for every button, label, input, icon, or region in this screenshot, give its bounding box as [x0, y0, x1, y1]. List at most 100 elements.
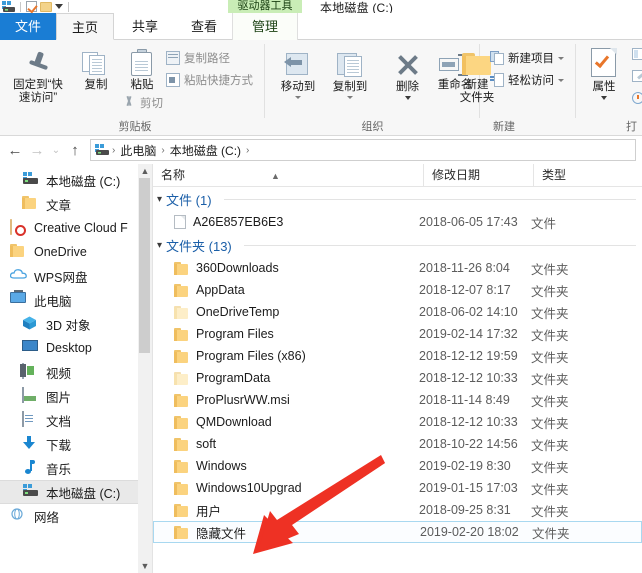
table-row[interactable]: QMDownload 2018-12-12 10:33 文件夹	[153, 411, 642, 433]
easy-access-button[interactable]: 轻松访问	[490, 72, 564, 88]
open-button[interactable]	[632, 48, 642, 62]
column-header-date[interactable]: 修改日期	[423, 164, 533, 187]
new-item-button[interactable]: 新建项目	[490, 50, 564, 66]
chevron-down-icon[interactable]: ▾	[157, 194, 162, 205]
sidebar-item-desktop[interactable]: Desktop	[0, 336, 152, 360]
pin-to-quick-access-button[interactable]: 固定到“快 速访问”	[4, 50, 72, 105]
tab-view[interactable]: 查看	[176, 13, 232, 40]
forward-button[interactable]: →	[26, 139, 48, 161]
sidebar-item-label: 下载	[46, 438, 72, 453]
pin-label-line2: 速访问”	[18, 92, 58, 104]
sidebar-item-wps-cloud[interactable]: WPS网盘	[0, 264, 152, 288]
tab-home[interactable]: 主页	[56, 13, 114, 40]
new-item-icon	[490, 51, 504, 65]
sidebar-item-documents[interactable]: 文档	[0, 408, 152, 432]
move-to-icon	[283, 52, 313, 78]
sidebar-item-music[interactable]: 音乐	[0, 456, 152, 480]
folder-icon	[174, 327, 189, 341]
table-row[interactable]: ProgramData 2018-12-12 10:33 文件夹	[153, 367, 642, 389]
sidebar-item-onedrive[interactable]: OneDrive	[0, 240, 152, 264]
column-header-type[interactable]: 类型	[533, 164, 623, 187]
new-item-caret-icon[interactable]	[558, 56, 564, 60]
pin-icon	[25, 50, 51, 76]
easy-access-icon	[490, 73, 504, 87]
copy-path-button[interactable]: 复制路径	[166, 50, 230, 66]
address-path-box[interactable]: › 此电脑 › 本地磁盘 (C:) ›	[90, 139, 636, 161]
copy-to-caret-icon[interactable]	[347, 96, 353, 99]
table-row[interactable]: Windows10Upgrad 2019-01-15 17:03 文件夹	[153, 477, 642, 499]
group-header-files[interactable]: ▾ 文件 (1)	[153, 187, 642, 211]
customize-caret-icon[interactable]	[55, 4, 63, 9]
tab-file[interactable]: 文件	[0, 13, 56, 40]
row-date-cell: 2018-12-12 10:33	[419, 371, 518, 385]
tab-share[interactable]: 共享	[114, 13, 176, 40]
sidebar-item-this-pc[interactable]: 此电脑	[0, 288, 152, 312]
row-name-text: soft	[196, 437, 217, 451]
table-row[interactable]: Windows 2019-02-19 8:30 文件夹	[153, 455, 642, 477]
group-header-folders[interactable]: ▾ 文件夹 (13)	[153, 233, 642, 257]
cloud-icon	[9, 268, 27, 284]
table-row[interactable]: OneDriveTemp 2018-06-02 14:10 文件夹	[153, 301, 642, 323]
drive-icon[interactable]	[2, 0, 15, 13]
table-row[interactable]: Program Files 2019-02-14 17:32 文件夹	[153, 323, 642, 345]
sidebar-item-label: WPS网盘	[34, 270, 88, 285]
delete-button[interactable]: 删除	[385, 52, 430, 100]
scroll-up-arrow-icon[interactable]: ▲	[138, 164, 152, 178]
sidebar-item-wenzhang[interactable]: 文章	[0, 192, 152, 216]
move-to-caret-icon[interactable]	[295, 96, 301, 99]
crumb-sep-2[interactable]: ›	[245, 145, 250, 156]
row-name-text: OneDriveTemp	[196, 305, 280, 319]
new-folder-icon[interactable]	[40, 1, 52, 12]
copy-button[interactable]: 复制	[76, 50, 116, 92]
new-group-label: 新建	[493, 121, 515, 133]
row-name-cell: 隐藏文件	[154, 523, 420, 542]
delete-caret-icon[interactable]	[404, 96, 411, 100]
table-row[interactable]: Program Files (x86) 2018-12-12 19:59 文件夹	[153, 345, 642, 367]
easy-access-caret-icon[interactable]	[558, 78, 564, 82]
copy-to-button[interactable]: 复制到	[325, 52, 375, 99]
history-icon	[632, 92, 642, 106]
sidebar-item-videos[interactable]: 视频	[0, 360, 152, 384]
properties-caret-icon[interactable]	[601, 96, 607, 100]
edit-button[interactable]	[632, 70, 642, 84]
paste-button[interactable]: 粘贴	[122, 49, 162, 92]
up-button[interactable]: ↑	[64, 139, 86, 161]
copy-to-label: 复制到	[332, 81, 368, 93]
table-row[interactable]: 用户 2018-09-25 8:31 文件夹	[153, 499, 642, 521]
chevron-down-icon[interactable]: ▾	[157, 240, 162, 251]
paste-shortcut-button[interactable]: 粘贴快捷方式	[166, 72, 253, 88]
sidebar-item-local-disk-c-selected[interactable]: 本地磁盘 (C:)	[0, 480, 138, 504]
properties-icon[interactable]	[26, 1, 37, 12]
row-type-cell: 文件夹	[531, 416, 569, 431]
column-header-name[interactable]: 名称 ▲	[153, 164, 423, 187]
table-row-selected[interactable]: 隐藏文件 2019-02-20 18:02 文件夹	[153, 521, 642, 543]
row-name-cell: 用户	[153, 501, 419, 520]
table-row[interactable]: 360Downloads 2018-11-26 8:04 文件夹	[153, 257, 642, 279]
breadcrumb-this-pc[interactable]: 此电脑	[118, 142, 158, 159]
recent-locations-button[interactable]: ⌄	[48, 139, 64, 161]
navigation-scrollbar[interactable]: ▲ ▼	[138, 164, 152, 573]
scroll-down-arrow-icon[interactable]: ▼	[138, 559, 152, 573]
row-type-cell: 文件夹	[531, 460, 569, 475]
title-bar: 驱动器工具 本地磁盘 (C:)	[0, 0, 642, 15]
move-to-button[interactable]: 移动到	[273, 52, 323, 99]
cut-button[interactable]: 剪切	[122, 95, 163, 111]
table-row[interactable]: ProPlusrWW.msi 2018-11-14 8:49 文件夹	[153, 389, 642, 411]
history-button[interactable]	[632, 92, 642, 106]
table-row[interactable]: AppData 2018-12-07 8:17 文件夹	[153, 279, 642, 301]
table-row[interactable]: soft 2018-10-22 14:56 文件夹	[153, 433, 642, 455]
tab-manage[interactable]: 管理	[232, 13, 298, 40]
copy-label: 复制	[84, 79, 108, 91]
table-row[interactable]: A26E857EB6E3 2018-06-05 17:43 文件	[153, 211, 642, 233]
sidebar-item-local-disk-c-top[interactable]: 本地磁盘 (C:)	[0, 168, 152, 192]
sidebar-item-downloads[interactable]: 下载	[0, 432, 152, 456]
sidebar-item-3d-objects[interactable]: 3D 对象	[0, 312, 152, 336]
sidebar-item-network[interactable]: 网络	[0, 504, 152, 528]
sidebar-item-creative-cloud[interactable]: Creative Cloud F	[0, 216, 152, 240]
row-name-cell: ProgramData	[153, 371, 419, 385]
back-button[interactable]: ←	[4, 139, 26, 161]
sidebar-item-pictures[interactable]: 图片	[0, 384, 152, 408]
scrollbar-thumb[interactable]	[139, 178, 150, 353]
breadcrumb-local-disk-c[interactable]: 本地磁盘 (C:)	[168, 142, 243, 159]
properties-button[interactable]: 属性	[582, 48, 626, 100]
